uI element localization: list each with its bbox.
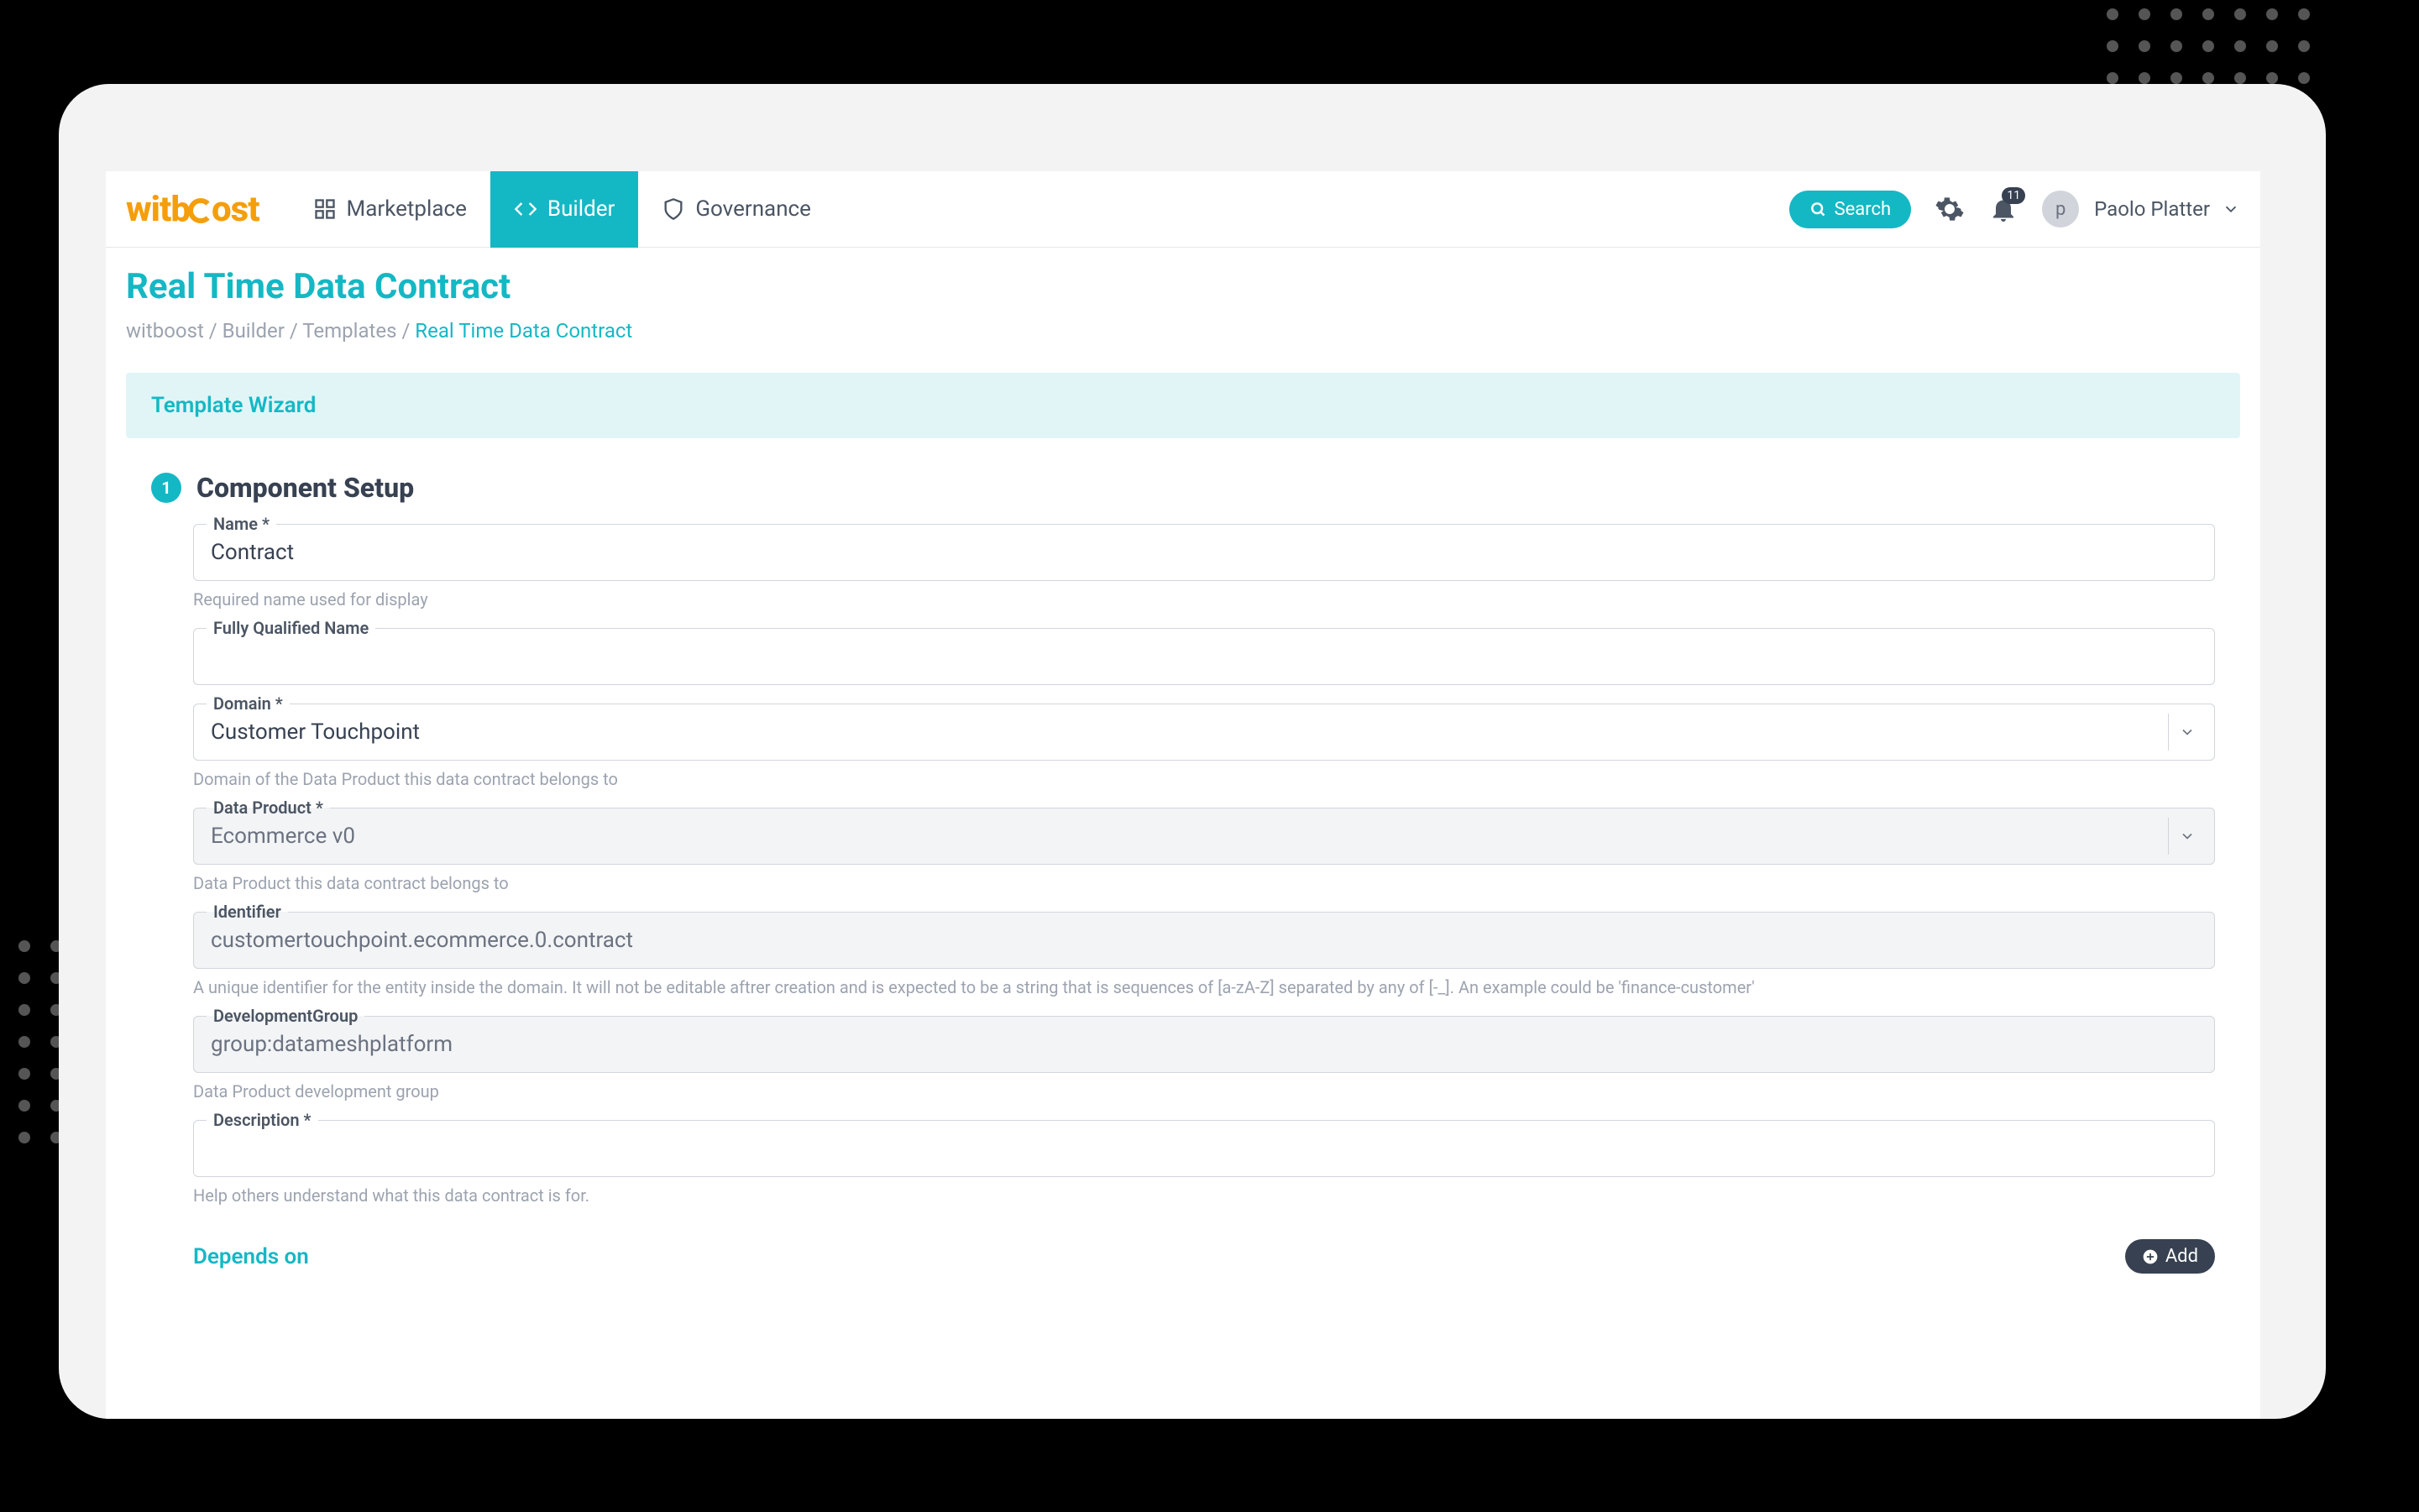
domain-label: Domain * — [207, 693, 290, 714]
nav-marketplace-label: Marketplace — [347, 196, 467, 222]
devgroup-help: Data Product development group — [193, 1081, 2215, 1101]
code-icon — [514, 197, 537, 221]
field-name: Name * — [193, 524, 2215, 581]
page-content: Real Time Data Contract witboost / Build… — [106, 248, 2260, 1292]
depends-on-label: Depends on — [193, 1244, 309, 1269]
crumb-templates[interactable]: Templates — [302, 319, 396, 343]
avatar[interactable]: p — [2042, 191, 2079, 228]
identifier-help: A unique identifier for the entity insid… — [193, 977, 2215, 997]
browser-frame: witbost Marketplace Builder Governance S… — [59, 84, 2326, 1419]
devgroup-label: DevelopmentGroup — [207, 1006, 364, 1026]
name-input[interactable] — [193, 524, 2215, 581]
decorative-dots-left — [18, 940, 62, 1143]
page-title: Real Time Data Contract — [126, 266, 2240, 307]
dataproduct-select — [193, 808, 2215, 865]
shield-icon — [662, 197, 685, 221]
chevron-down-icon[interactable] — [2222, 200, 2240, 218]
add-label: Add — [2165, 1246, 2198, 1267]
nav-builder-label: Builder — [547, 196, 615, 222]
decorative-dots-top — [2107, 8, 2310, 84]
domain-select[interactable] — [193, 704, 2215, 761]
search-label: Search — [1835, 199, 1892, 220]
grid-icon — [313, 197, 337, 221]
plus-circle-icon — [2142, 1248, 2159, 1265]
crumb-current: Real Time Data Contract — [415, 319, 632, 343]
username[interactable]: Paolo Platter — [2094, 197, 2210, 221]
devgroup-input — [193, 1016, 2215, 1073]
field-identifier: Identifier — [193, 912, 2215, 969]
settings-button[interactable] — [1935, 194, 1965, 224]
name-help: Required name used for display — [193, 589, 2215, 610]
nav-governance-label: Governance — [695, 196, 811, 222]
section-header: 1 Component Setup — [151, 472, 2240, 504]
add-button[interactable]: Add — [2125, 1239, 2215, 1274]
notification-badge: 11 — [2002, 187, 2025, 204]
template-wizard-banner: Template Wizard — [126, 373, 2240, 438]
nav-governance[interactable]: Governance — [638, 171, 835, 248]
breadcrumb: witboost / Builder / Templates / Real Ti… — [126, 319, 2240, 343]
topbar: witbost Marketplace Builder Governance S… — [106, 171, 2260, 248]
notifications-button[interactable]: 11 — [1988, 194, 2018, 224]
identifier-label: Identifier — [207, 902, 288, 922]
crumb-root[interactable]: witboost — [126, 319, 204, 343]
field-devgroup: DevelopmentGroup — [193, 1016, 2215, 1073]
description-help: Help others understand what this data co… — [193, 1185, 2215, 1206]
step-number: 1 — [151, 473, 181, 503]
fqn-input[interactable] — [193, 628, 2215, 685]
search-icon — [1809, 201, 1826, 217]
component-setup-form: Name * Required name used for display Fu… — [126, 524, 2240, 1280]
search-button[interactable]: Search — [1789, 191, 1912, 228]
identifier-input — [193, 912, 2215, 969]
depends-on-row: Depends on Add — [193, 1239, 2215, 1280]
gear-icon — [1935, 194, 1965, 224]
nav-marketplace[interactable]: Marketplace — [290, 171, 490, 248]
description-label: Description * — [207, 1110, 318, 1130]
field-description: Description * — [193, 1120, 2215, 1177]
fqn-label: Fully Qualified Name — [207, 618, 375, 638]
dataproduct-label: Data Product * — [207, 798, 330, 818]
crumb-builder[interactable]: Builder — [223, 319, 285, 343]
dataproduct-help: Data Product this data contract belongs … — [193, 873, 2215, 893]
name-label: Name * — [207, 514, 276, 534]
field-fqn: Fully Qualified Name — [193, 628, 2215, 685]
field-dataproduct: Data Product * — [193, 808, 2215, 865]
field-domain: Domain * — [193, 704, 2215, 761]
app-window: witbost Marketplace Builder Governance S… — [106, 171, 2260, 1419]
logo[interactable]: witbost — [126, 189, 259, 230]
nav-builder[interactable]: Builder — [490, 171, 638, 248]
domain-help: Domain of the Data Product this data con… — [193, 769, 2215, 789]
description-input[interactable] — [193, 1120, 2215, 1177]
section-title: Component Setup — [196, 472, 414, 504]
